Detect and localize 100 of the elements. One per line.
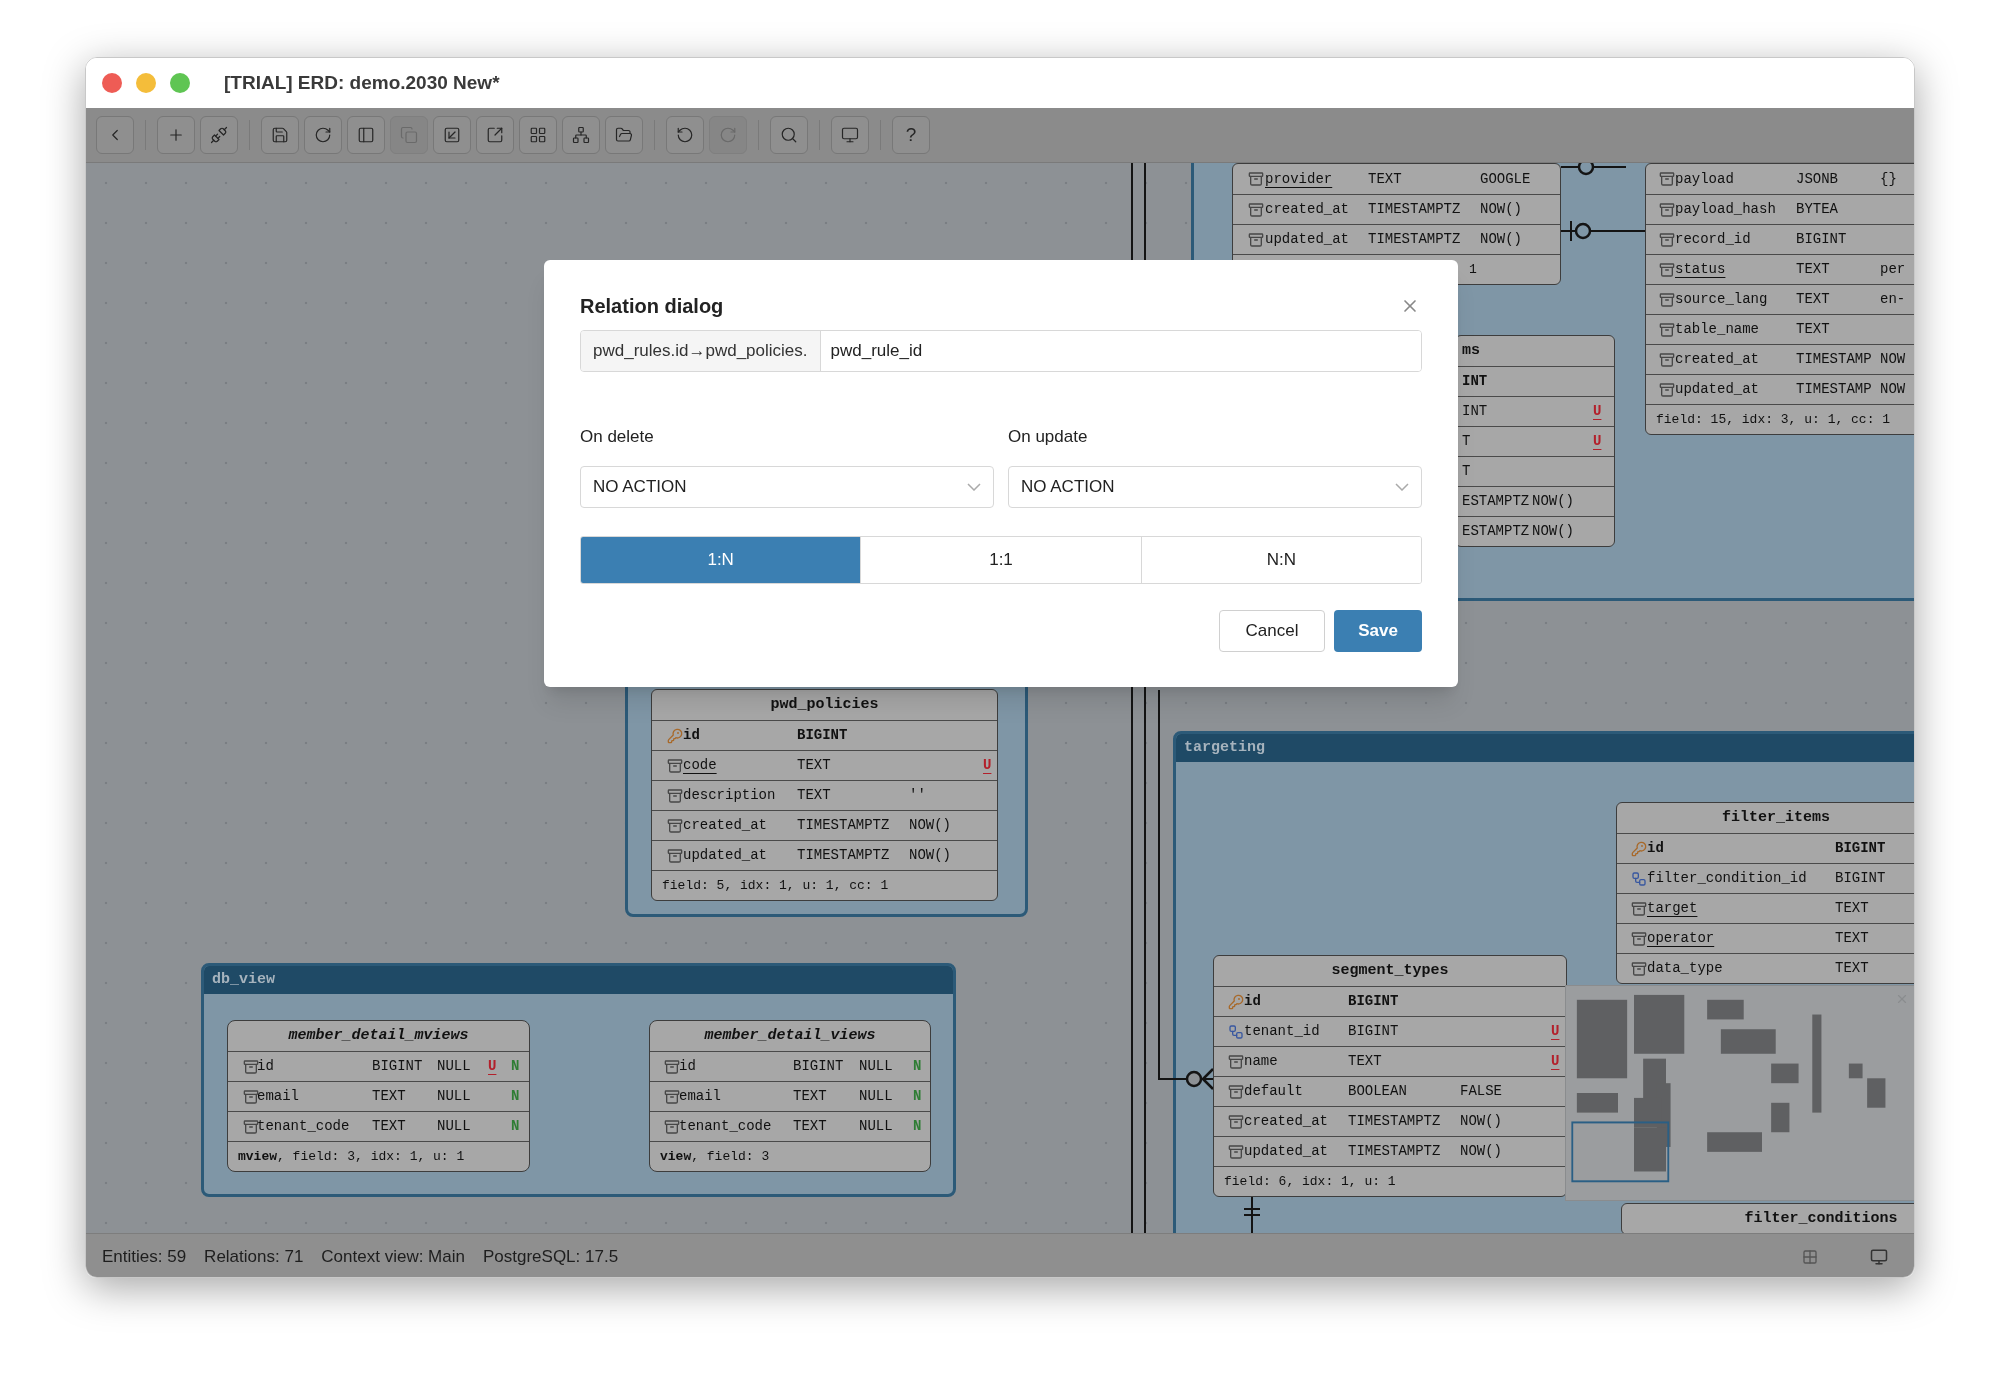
null-label: NULL — [859, 1117, 893, 1136]
field-type: TEXT — [1796, 320, 1830, 339]
undo-icon — [676, 126, 694, 144]
field-type: TEXT — [797, 756, 831, 775]
entity-table[interactable]: segment_types id BIGINT tenant_id BIGINT U name TEXT U default BOOLEAN FALSE created_at TIMESTAMPTZ NOW() updated_at TIMESTAMPTZ NOW() field: 6, idx: 1, u: 1 — [1213, 955, 1567, 1197]
field-type: TEXT — [797, 786, 831, 805]
field-type: BIGINT — [1835, 839, 1886, 858]
archive-icon — [1659, 381, 1675, 398]
archive-icon — [1228, 1083, 1244, 1100]
monitor-icon — [841, 126, 859, 144]
default-value: NOW() — [1532, 522, 1574, 541]
archive-icon — [243, 1058, 259, 1075]
entity-table[interactable]: filter_items id BIGINT filter_condition_id BIGINT target TEXT operator TEXT data_type TEXT — [1616, 802, 1914, 984]
table-title: filter_conditions — [1744, 1208, 1898, 1229]
window-title: [TRIAL] ERD: demo.2030 New* — [224, 70, 500, 95]
toolbar-button[interactable] — [605, 116, 643, 154]
chevron-down-icon — [967, 482, 981, 491]
nullable-label: N — [511, 1057, 520, 1076]
field-type: BIGINT — [793, 1057, 844, 1076]
import-icon — [443, 126, 461, 144]
chevron-down-icon — [1395, 482, 1409, 491]
on-update-select[interactable]: NO ACTION — [1008, 465, 1422, 508]
field-type: TIMESTAMP — [1796, 380, 1872, 399]
cancel-button[interactable]: Cancel — [1219, 609, 1325, 652]
field-type: TEXT — [1796, 260, 1830, 279]
entity-table[interactable]: member_detail_views id BIGINT NULL N email TEXT NULL N tenant_code TEXT NULL N view, field: 3 — [649, 1020, 931, 1172]
toolbar-button[interactable] — [831, 116, 869, 154]
toolbar-button[interactable] — [519, 116, 557, 154]
toolbar-button[interactable] — [476, 116, 514, 154]
archive-icon — [243, 1088, 259, 1105]
grid-icon[interactable] — [1802, 1248, 1818, 1265]
field-name: created_at — [1265, 200, 1349, 219]
field-name: email — [257, 1087, 299, 1106]
archive-icon — [1248, 231, 1264, 248]
archive-icon — [1659, 261, 1675, 278]
null-label: NULL — [437, 1087, 471, 1106]
toolbar-button[interactable] — [157, 116, 195, 154]
field-name: email — [679, 1087, 721, 1106]
archive-icon — [1228, 1113, 1244, 1130]
default-value: NOW() — [909, 816, 951, 835]
group-title: db_view — [212, 969, 275, 990]
save-icon — [271, 126, 289, 144]
entity-table[interactable]: pwd_policies id BIGINT code TEXT U description TEXT '' created_at TIMESTAMPTZ NOW() updated_at TIMESTAMPTZ NOW() field: 5, idx: 1, u: 1, cc: 1 — [651, 689, 998, 901]
toolbar-button[interactable] — [261, 116, 299, 154]
monitor-icon[interactable] — [1870, 1247, 1888, 1266]
toolbar-button[interactable] — [433, 116, 471, 154]
field-name: created_at — [1675, 350, 1759, 369]
field-name: target — [1647, 899, 1698, 918]
entity-table[interactable]: member_detail_mviews id BIGINT NULL U N email TEXT NULL N tenant_code TEXT NULL N mview, field: 3, idx: 1, u: 1 — [227, 1020, 530, 1172]
field-name: code — [683, 756, 717, 775]
dialog-title: Relation dialog — [580, 294, 724, 319]
toolbar-button[interactable] — [770, 116, 808, 154]
search-icon — [780, 126, 798, 144]
field-type: BYTEA — [1796, 200, 1838, 219]
toolbar-button[interactable] — [562, 116, 600, 154]
maximize-window-button[interactable] — [170, 73, 190, 93]
field-prefix: pwd_rules.id→pwd_policies. — [581, 331, 821, 371]
group-title: targeting — [1184, 737, 1265, 758]
relation-name-field[interactable]: pwd_rules.id→pwd_policies. pwd_rule_id — [580, 330, 1422, 372]
unique-label: U — [1551, 1052, 1560, 1071]
nullable-label: N — [913, 1057, 922, 1076]
toolbar-button[interactable] — [347, 116, 385, 154]
close-window-button[interactable] — [102, 73, 122, 93]
field-type: TIMESTAMPTZ — [1348, 1112, 1441, 1131]
entity-table[interactable]: payload JSONB {} payload_hash BYTEA record_id BIGINT status TEXT per source_lang TEXT en- table_name TEXT created_at TIMESTAMP NOW updated_at TIMESTAMP NOW field: 15, idx: 3, u: 1, cc: 1 — [1645, 163, 1914, 435]
archive-icon — [667, 847, 683, 864]
field-type: BOOLEAN — [1348, 1082, 1407, 1101]
field-type: TEXT — [1835, 899, 1869, 918]
toolbar-button[interactable] — [304, 116, 342, 154]
archive-icon — [664, 1118, 680, 1135]
archive-icon — [1659, 171, 1675, 187]
field-type: INT — [1462, 402, 1488, 421]
archive-icon — [1631, 960, 1647, 977]
field-name: operator — [1647, 929, 1715, 948]
field-name: updated_at — [1675, 380, 1759, 399]
default-value: per — [1880, 260, 1906, 279]
archive-icon — [1228, 1143, 1244, 1160]
field-name: provider — [1265, 169, 1333, 189]
on-delete-select[interactable]: NO ACTION — [580, 465, 994, 508]
field-type: INT — [1462, 372, 1488, 391]
field-name: created_at — [1244, 1112, 1328, 1131]
archive-icon — [1248, 201, 1264, 218]
toolbar-button[interactable] — [666, 116, 704, 154]
archive-icon — [667, 787, 683, 804]
field-label: On delete — [580, 426, 655, 448]
help-button[interactable]: ? — [892, 116, 930, 154]
default-value: FALSE — [1460, 1082, 1502, 1101]
field-name: tenant_id — [1244, 1022, 1320, 1041]
copy-icon — [400, 126, 418, 144]
status-text: Entities: 59 — [102, 1245, 187, 1268]
table-title: segment_types — [1331, 960, 1449, 981]
entity-table[interactable]: ms INT INT U T U T ESTAMPTZ NOW() ESTAMPTZ NOW() — [1455, 335, 1615, 547]
default-value: en- — [1880, 290, 1906, 309]
relation-line — [1560, 163, 1627, 176]
field-type: TEXT — [1368, 169, 1402, 189]
cardinality-tab[interactable]: 1:N — [581, 536, 862, 583]
field-name: table_name — [1675, 320, 1759, 339]
save-button[interactable]: Save — [1334, 609, 1422, 652]
toolbar-button[interactable] — [200, 116, 238, 154]
entity-table[interactable]: filter_conditions — [1621, 1203, 1914, 1233]
